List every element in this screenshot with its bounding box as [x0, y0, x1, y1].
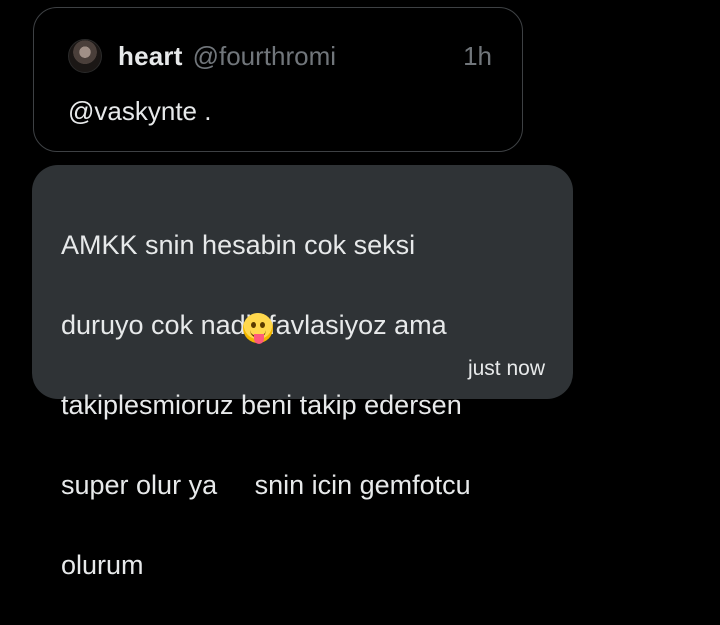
avatar[interactable]: [68, 39, 102, 73]
message-text: AMKK snin hesabin cok seksi duruyo cok n…: [61, 185, 531, 625]
message-bubble[interactable]: AMKK snin hesabin cok seksi duruyo cok n…: [32, 165, 573, 580]
message-line: duruyo cok nadir favlasiyoz ama: [61, 310, 447, 340]
message-line: AMKK snin hesabin cok seksi: [61, 230, 416, 260]
message-timestamp: just now: [467, 357, 545, 380]
emoji-eye-left: [251, 322, 256, 328]
message-line: super olur ya snin icin gemfotcu: [61, 470, 471, 500]
quoted-post-card[interactable]: heart @fourthromi 1h @vaskynte .: [33, 7, 523, 152]
quoted-post-header: heart @fourthromi 1h: [68, 38, 492, 74]
message-line: olurum: [61, 550, 144, 580]
post-time: 1h: [463, 40, 492, 71]
emoji-eye-right: [260, 322, 265, 328]
display-name[interactable]: heart: [118, 41, 183, 72]
message-line: takiplesmioruz beni takip edersen: [61, 390, 462, 420]
face-with-tongue-icon: [243, 313, 273, 344]
user-handle[interactable]: @fourthromi: [193, 41, 336, 72]
quoted-post-text: @vaskynte .: [68, 96, 212, 126]
emoji-tongue: [254, 334, 264, 344]
